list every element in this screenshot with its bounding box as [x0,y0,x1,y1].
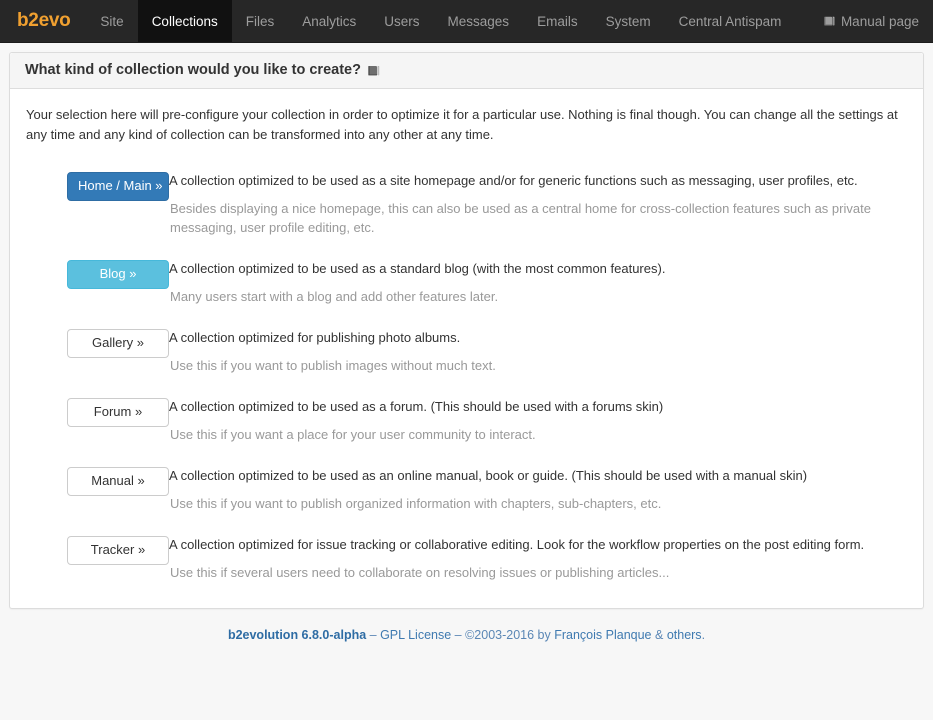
kind-button-cell: Home / Main » [26,171,169,201]
collection-kind-list: Home / Main » A collection optimized to b… [26,171,907,582]
kind-description: A collection optimized to be used as a s… [169,261,666,276]
panel-title-bar: What kind of collection would you like t… [10,53,923,89]
kind-button-cell: Manual » [26,466,169,496]
footer-period: . [701,628,706,642]
manual-page-label: Manual page [840,13,919,29]
kind-button-cell: Blog » [26,259,169,289]
nav-item-files[interactable]: Files [232,0,289,42]
footer-ampersand: & [651,628,667,642]
nav-item-emails[interactable]: Emails [523,0,592,42]
nav-item-messages[interactable]: Messages [434,0,524,42]
collection-kind-row: Blog » A collection optimized to be used … [26,259,907,306]
kind-description: A collection optimized for issue trackin… [169,537,865,552]
author-link[interactable]: François Planque [554,628,651,642]
kind-description-cell: A collection optimized for publishing ph… [169,328,907,375]
nav-item-analytics[interactable]: Analytics [288,0,370,42]
kind-note: Use this if you want to publish images w… [170,358,496,373]
kind-note: Besides displaying a nice homepage, this… [170,201,871,235]
collection-kind-row: Gallery » A collection optimized for publ… [26,328,907,375]
kind-note: Use this if several users need to collab… [170,565,670,580]
panel-body: Your selection here will pre-configure y… [10,89,923,608]
brand-logo[interactable]: b2evo [0,0,86,42]
collection-kind-panel: What kind of collection would you like t… [9,52,924,609]
collection-kind-row: Manual » A collection optimized to be use… [26,466,907,513]
others-link[interactable]: others [667,628,702,642]
collection-kind-row: Home / Main » A collection optimized to b… [26,171,907,237]
kind-button-blog[interactable]: Blog » [67,260,169,289]
kind-button-cell: Tracker » [26,535,169,565]
kind-description: A collection optimized to be used as a s… [169,173,858,188]
book-icon[interactable] [368,64,381,77]
nav-item-collections[interactable]: Collections [137,0,232,42]
kind-description-cell: A collection optimized to be used as a s… [169,259,907,306]
kind-note: Use this if you want to publish organize… [170,496,662,511]
page-title: What kind of collection would you like t… [25,62,361,78]
kind-button-manual[interactable]: Manual » [67,467,169,496]
footer-copyright: ©2003-2016 by [465,628,555,642]
kind-description: A collection optimized for publishing ph… [169,330,461,345]
kind-button-cell: Forum » [26,397,169,427]
page-content-wrapper: What kind of collection would you like t… [0,43,933,642]
nav-item-list: Site Collections Files Analytics Users Messag… [86,0,795,42]
kind-description: A collection optimized to be used as a f… [169,399,664,414]
footer-version: b2evolution 6.8.0-alpha [227,628,367,642]
kind-description: A collection optimized to be used as an … [169,468,808,483]
nav-item-site[interactable]: Site [86,0,137,42]
kind-note: Use this if you want a place for your us… [170,427,536,442]
footer-separator-1: – [366,628,381,642]
intro-paragraph: Your selection here will pre-configure y… [26,107,898,142]
nav-item-users[interactable]: Users [370,0,433,42]
kind-description-cell: A collection optimized to be used as a f… [169,397,907,444]
gpl-license-link[interactable]: GPL License [380,628,451,642]
book-icon [824,15,836,27]
collection-kind-row: Forum » A collection optimized to be used… [26,397,907,444]
kind-description-cell: A collection optimized for issue trackin… [169,535,907,582]
kind-button-tracker[interactable]: Tracker » [67,536,169,565]
kind-button-cell: Gallery » [26,328,169,358]
nav-item-central-antispam[interactable]: Central Antispam [665,0,796,42]
brand-logo-text: b2evo [17,10,71,31]
kind-button-forum[interactable]: Forum » [67,398,169,427]
collection-kind-row: Tracker » A collection optimized for issu… [26,535,907,582]
navbar-right-section: Manual page [824,0,933,42]
kind-button-home-main[interactable]: Home / Main » [67,172,169,201]
kind-description-cell: A collection optimized to be used as an … [169,466,907,513]
kind-description-cell: A collection optimized to be used as a s… [169,171,907,237]
top-navbar: b2evo Site Collections Files Analytics Users… [0,0,933,43]
manual-page-link[interactable]: Manual page [824,14,919,29]
nav-item-system[interactable]: System [592,0,665,42]
kind-button-gallery[interactable]: Gallery » [67,329,169,358]
page-footer: b2evolution 6.8.0-alpha – GPL License – … [9,609,924,642]
kind-note: Many users start with a blog and add oth… [170,289,499,304]
footer-separator-2: – [451,628,466,642]
